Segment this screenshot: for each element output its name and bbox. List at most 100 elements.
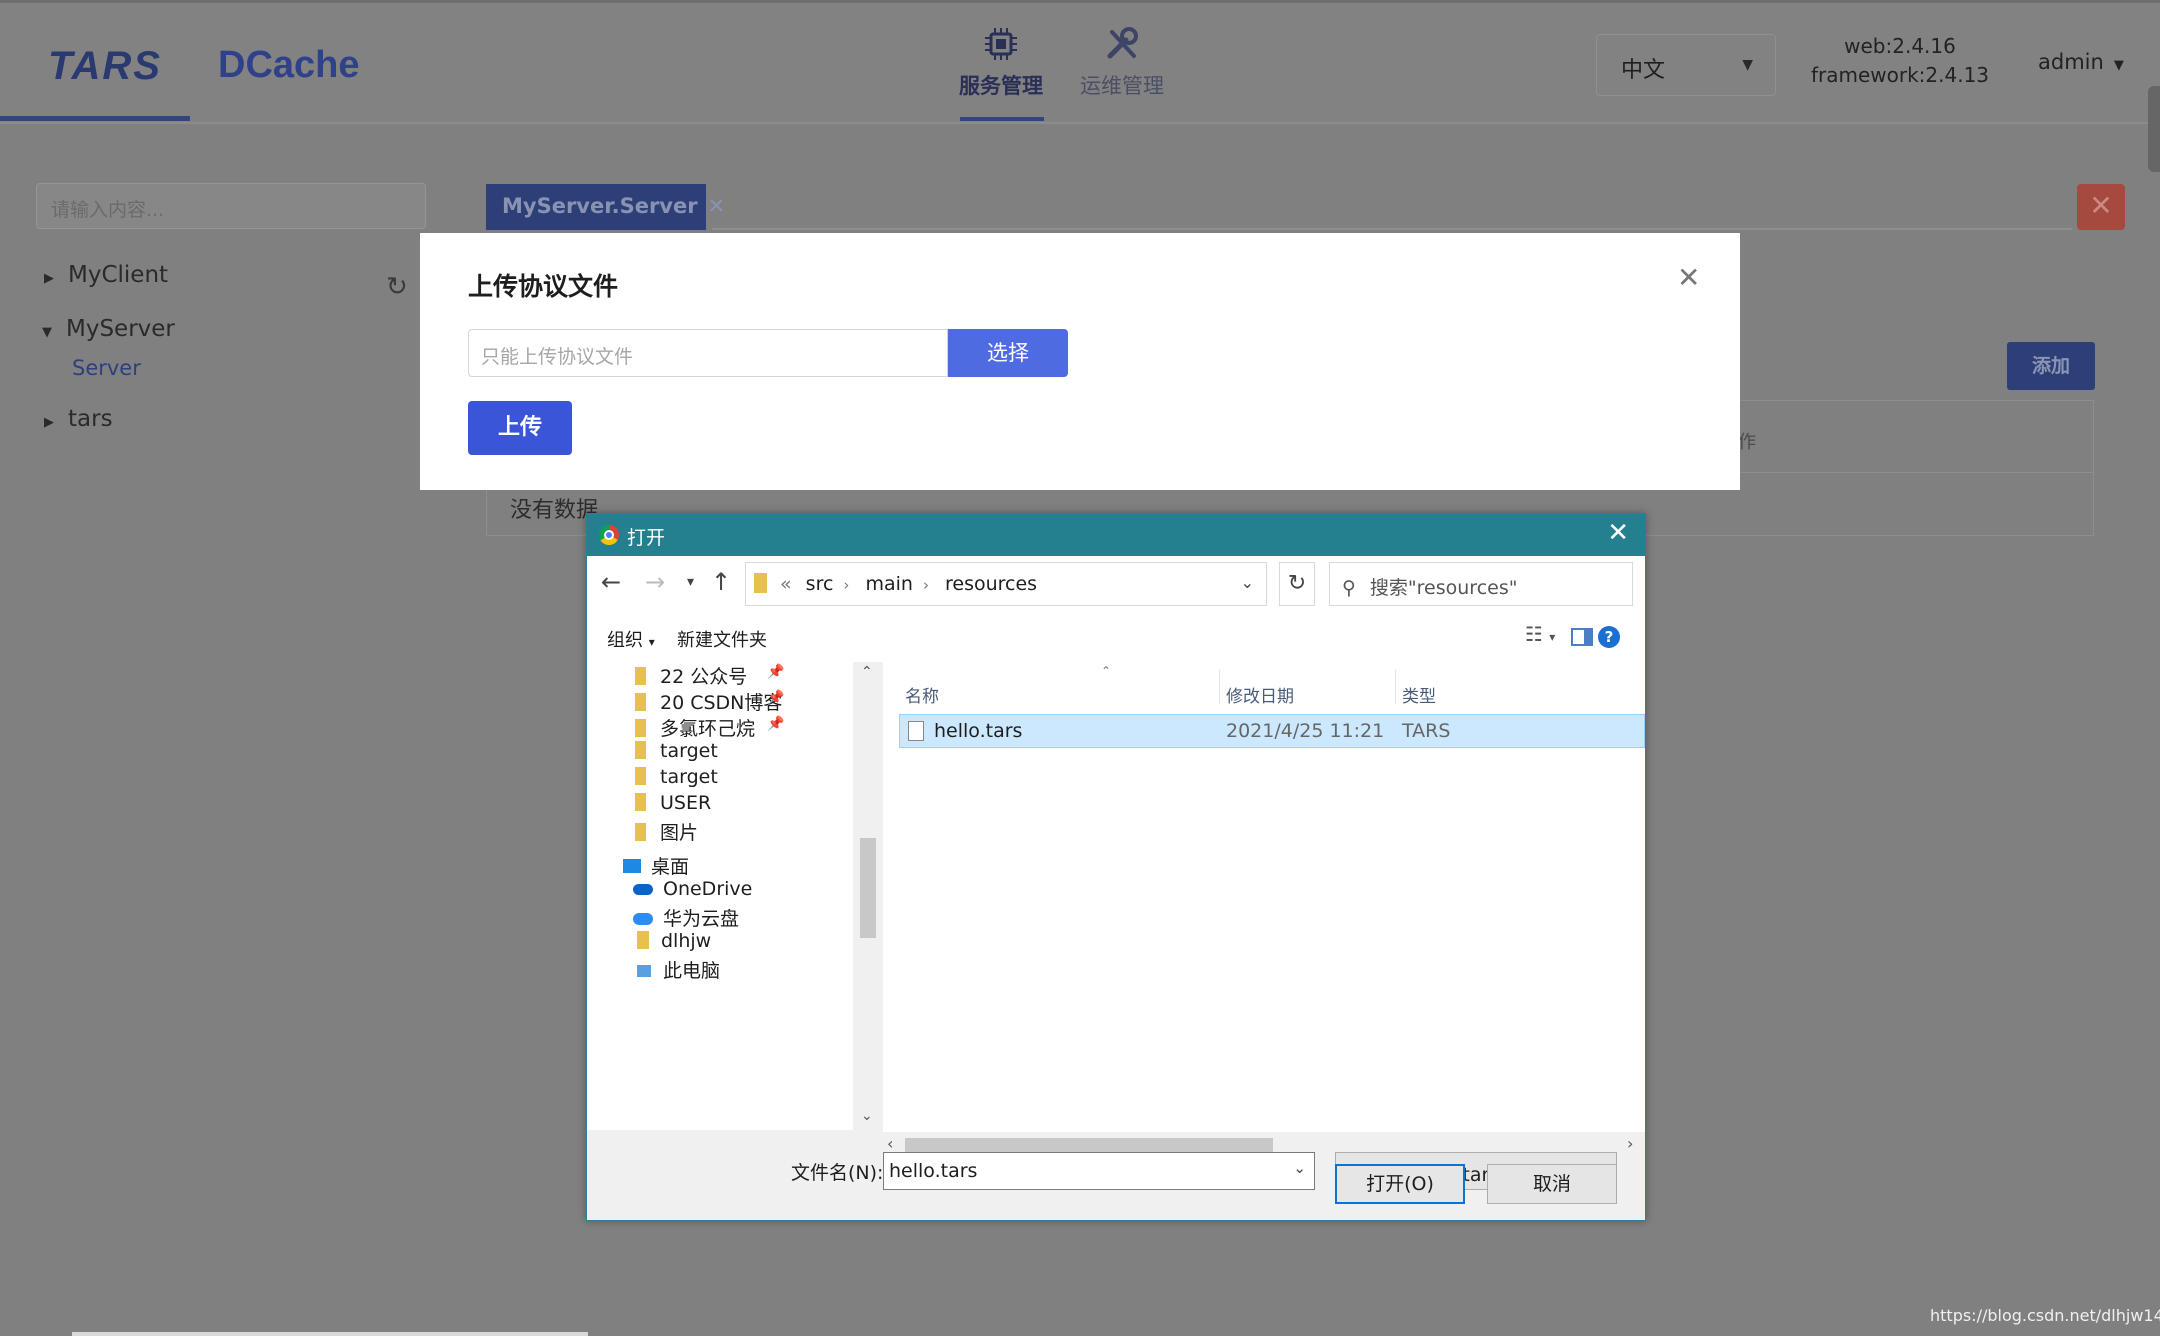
chevron-up-icon[interactable]: ⌃ [861,664,873,680]
nav-operations-management[interactable]: 运维管理 [1072,26,1172,100]
tree-item-myserver[interactable]: ▼ MyServer [42,316,175,342]
sidebar-search-input[interactable]: 请输入内容... [36,183,426,229]
column-divider[interactable] [1395,670,1396,704]
back-arrow-icon[interactable]: ← [601,568,621,596]
nav-item-label: 此电脑 [663,960,721,982]
taskbar-indicator [72,1332,588,1336]
tools-icon [1107,27,1138,59]
language-value: 中文 [1621,58,1666,83]
add-button[interactable]: 添加 [2007,342,2095,390]
file-name: hello.tars [934,720,1023,742]
folder-icon [754,573,767,593]
close-icon[interactable]: ✕ [708,194,726,218]
nav-item-label: 22 公众号 [660,666,748,688]
file-modified: 2021/4/25 11:21 [1226,720,1385,742]
empty-table-message: 没有数据 [510,498,599,523]
side-widget[interactable] [2148,86,2160,172]
folder-icon [635,767,646,785]
dcache-logo[interactable]: DCache [218,44,360,87]
file-type: TARS [1402,720,1451,742]
version-info: web:2.4.16 framework:2.4.13 [1800,32,2000,90]
chevron-down-icon: ▼ [1742,57,1753,73]
cloud-icon [633,884,653,895]
cloud-drive-icon [633,913,653,925]
protocol-file-input[interactable]: 只能上传协议文件 [468,329,948,377]
preview-pane-icon[interactable] [1571,628,1593,646]
nav-item-label: dlhjw [661,930,712,952]
search-icon: ⚲ [1342,577,1356,599]
tars-logo[interactable]: TARS [48,44,162,89]
user-menu[interactable]: admin ▼ [2038,50,2124,74]
nav-item-folder[interactable]: 图片 [635,818,698,852]
column-header-name[interactable]: 名称 [905,682,939,707]
nav-item-label: 图片 [660,822,699,844]
recent-locations-icon[interactable]: ▾ [687,574,694,590]
select-file-button[interactable]: 选择 [948,329,1068,377]
nav-item-label: 多氯环己烷 [660,718,756,740]
column-header-modified[interactable]: 修改日期 [1226,682,1294,707]
address-bar[interactable]: « src › main › resources ⌄ [745,562,1267,606]
dialog-search-input[interactable]: ⚲ 搜索"resources" [1329,562,1633,606]
filename-input[interactable]: hello.tars ⌄ [883,1152,1315,1190]
chevron-down-icon[interactable]: ⌄ [1293,1159,1306,1177]
tab-bar-divider [712,228,2072,230]
tree-item-server[interactable]: Server [72,356,141,380]
file-list: ⌃ 名称 修改日期 类型 hello.tars 2021/4/25 11:21 … [883,662,1645,1122]
chevron-down-icon[interactable]: ⌄ [861,1108,873,1124]
caret-right-icon: ▶ [44,271,54,286]
organize-menu[interactable]: 组织 ▾ [607,626,655,652]
nav-service-label: 服务管理 [959,74,1043,98]
tab-myserver-server[interactable]: MyServer.Server ✕ [486,184,725,230]
upload-button[interactable]: 上传 [468,401,572,455]
folder-icon [635,667,646,685]
breadcrumb-resources[interactable]: resources [945,573,1037,595]
filename-value: hello.tars [889,1160,978,1182]
open-button[interactable]: 打开(O) [1335,1164,1465,1204]
new-folder-button[interactable]: 新建文件夹 [677,626,767,652]
modal-title: 上传协议文件 [468,272,619,301]
close-icon[interactable]: ✕ [1677,261,1700,294]
dialog-footer-strip [587,1130,883,1160]
breadcrumb-main[interactable]: main [865,573,912,595]
breadcrumb: « src › main › resources [780,573,1037,595]
tree-item-tars[interactable]: ▶ tars [44,406,113,432]
framework-version: framework:2.4.13 [1810,63,1990,87]
nav-pane-scrollbar[interactable]: ⌃ ⌄ [853,662,883,1130]
up-arrow-icon[interactable]: ↑ [711,568,731,596]
operation-column-header: 作 [1738,432,1756,453]
chip-icon [985,28,1017,60]
nav-item-label: OneDrive [663,878,753,900]
user-folder-icon [637,931,649,949]
nav-service-management[interactable]: 服务管理 [951,26,1051,100]
column-header-type[interactable]: 类型 [1402,682,1436,707]
file-row[interactable]: hello.tars 2021/4/25 11:21 TARS [899,714,1645,748]
nav-active-indicator [960,117,1044,121]
forward-arrow-icon[interactable]: → [645,568,665,596]
username: admin [2038,50,2104,74]
view-options-icon[interactable]: ☷ ▾ [1525,622,1555,646]
column-divider[interactable] [1219,670,1220,704]
help-icon[interactable]: ? [1598,626,1620,648]
caret-down-icon: ▾ [648,635,655,649]
tree-label: MyServer [66,316,175,342]
cancel-button[interactable]: 取消 [1487,1164,1617,1204]
language-select[interactable]: 中文 ▼ [1596,34,1776,96]
refresh-button[interactable]: ↻ [1279,562,1315,606]
nav-item-this-pc[interactable]: 此电脑 [637,956,720,990]
refresh-icon[interactable]: ↻ [386,272,408,302]
tree-item-myclient[interactable]: ▶ MyClient [44,262,168,288]
scrollbar-thumb[interactable] [860,838,876,938]
upload-protocol-modal: 上传协议文件 ✕ 只能上传协议文件 选择 上传 [420,233,1740,490]
chevron-left-icon[interactable]: ‹ [887,1134,893,1153]
close-icon[interactable]: ✕ [1607,518,1629,548]
dialog-toolbar: 组织 ▾ 新建文件夹 ☷ ▾ ? [587,614,1645,658]
breadcrumb-overflow[interactable]: « [780,573,792,595]
dialog-title: 打开 [627,527,666,549]
chevron-down-icon[interactable]: ⌄ [1241,573,1254,592]
close-all-tabs-button[interactable]: ✕ [2077,184,2125,230]
tree-label: tars [68,406,113,432]
chevron-right-icon: › [843,576,850,594]
breadcrumb-src[interactable]: src [806,573,834,595]
chevron-right-icon[interactable]: › [1627,1134,1633,1153]
desktop-icon [623,859,641,873]
